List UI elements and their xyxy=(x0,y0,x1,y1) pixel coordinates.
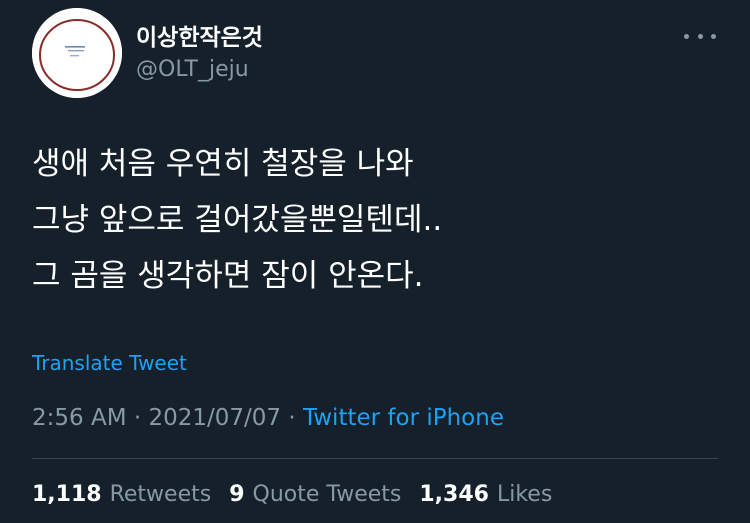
meta-separator: · xyxy=(133,405,142,431)
more-horizontal-icon[interactable] xyxy=(684,26,716,46)
retweets-stat[interactable]: 1,118 Retweets xyxy=(32,480,211,510)
divider xyxy=(32,458,718,459)
retweets-count: 1,118 xyxy=(32,482,102,507)
tweet-metadata: 2:56 AM · 2021/07/07 · Twitter for iPhon… xyxy=(32,403,504,433)
quote-tweets-stat[interactable]: 9 Quote Tweets xyxy=(229,480,401,510)
retweets-label: Retweets xyxy=(109,482,212,507)
meta-separator: · xyxy=(288,405,296,431)
tweet-line: 그냥 앞으로 걸어갔을뿐일텐데.. xyxy=(32,202,443,238)
display-name[interactable]: 이상한작은것 xyxy=(136,24,263,52)
tweet-line: 그 곰을 생각하면 잠이 안온다. xyxy=(32,258,424,294)
tweet-date[interactable]: 2021/07/07 xyxy=(148,405,281,431)
likes-label: Likes xyxy=(496,482,553,507)
tweet-text: 생애 처음 우연히 철장을 나와 그냥 앞으로 걸어갔을뿐일텐데.. 그 곰을 … xyxy=(32,136,722,304)
translate-tweet-link[interactable]: Translate Tweet xyxy=(32,350,187,376)
likes-stat[interactable]: 1,346 Likes xyxy=(419,480,552,510)
avatar[interactable] xyxy=(32,8,122,98)
engagement-stats: 1,118 Retweets 9 Quote Tweets 1,346 Likes xyxy=(32,480,570,510)
tweet-time[interactable]: 2:56 AM xyxy=(32,405,127,431)
likes-count: 1,346 xyxy=(419,482,489,507)
tweet-source-link[interactable]: Twitter for iPhone xyxy=(303,405,504,431)
user-handle[interactable]: @OLT_jeju xyxy=(136,56,249,84)
tweet-line: 생애 처음 우연히 철장을 나와 xyxy=(32,146,414,182)
quote-tweets-label: Quote Tweets xyxy=(252,482,402,507)
quote-tweets-count: 9 xyxy=(229,482,245,507)
